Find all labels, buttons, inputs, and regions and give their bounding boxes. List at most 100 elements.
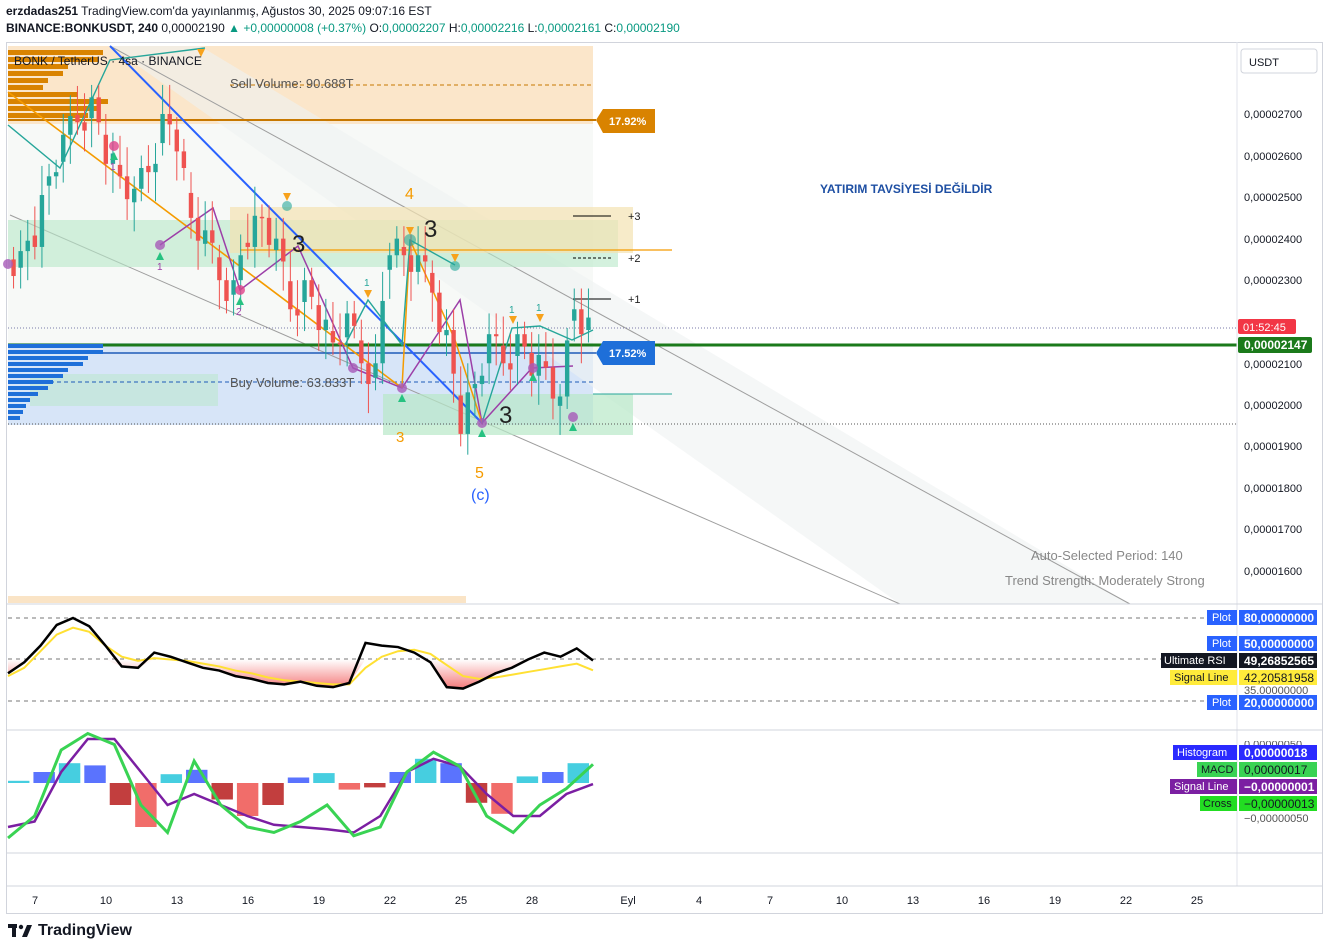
time-tick: 10 (100, 895, 112, 907)
candle-body (366, 363, 371, 385)
wave-3-orange: 3 (396, 429, 404, 446)
candle-body (146, 165, 151, 173)
buy-profile-bar (8, 392, 38, 396)
time-tick: 13 (171, 895, 183, 907)
svg-text:49,26852565: 49,26852565 (1244, 654, 1314, 668)
wave-3-label-a: 3 (424, 216, 437, 243)
current-price-badge: 0,00002147 (1238, 337, 1312, 353)
candle-body (68, 116, 73, 135)
candle-body (408, 255, 414, 272)
candle-body (288, 281, 293, 310)
buy-profile-bar (8, 410, 23, 414)
price-tick: 0,00002700 (1244, 109, 1302, 121)
candle-body (430, 272, 435, 293)
ultimate-rsi-pane (7, 616, 594, 690)
candle-body (316, 305, 321, 331)
svg-text:−0,00000013: −0,00000013 (1244, 797, 1315, 811)
candle-body (259, 216, 265, 219)
candle-body (564, 340, 570, 397)
candle-body (302, 280, 307, 302)
tradingview-brand[interactable]: TradingView (8, 922, 132, 940)
sell-profile-bar (8, 71, 63, 76)
candle-body (337, 342, 343, 345)
buy-profile-bar (8, 404, 26, 408)
candle-body (323, 319, 329, 331)
time-tick: 28 (526, 895, 538, 907)
svg-text:Signal Line: Signal Line (1174, 781, 1228, 793)
macd-histogram-bar (364, 783, 386, 788)
pivot-label-1c: 1 (364, 278, 370, 289)
candle-body (174, 129, 179, 152)
candle-body (344, 313, 350, 338)
wave-3-label-b: 3 (292, 231, 305, 258)
macd-histogram-bar (313, 773, 335, 783)
candle-body (572, 309, 577, 321)
macd-histogram-bar (236, 783, 259, 816)
target-plus1: +1 (628, 294, 641, 306)
pivot-label-1b: 1 (157, 262, 163, 273)
time-tick: 19 (313, 895, 325, 907)
svg-text:Cross: Cross (1203, 798, 1232, 810)
candle-body (231, 280, 236, 295)
candle-body (181, 151, 187, 169)
candle-body (295, 309, 300, 316)
time-tick: 22 (1120, 895, 1132, 907)
price-tick: 0,00002300 (1244, 275, 1302, 287)
candle-body (18, 251, 23, 268)
candle-body (359, 340, 364, 364)
time-tick: 7 (32, 895, 38, 907)
price-tick: 0,00001600 (1244, 566, 1302, 578)
candle-body (472, 384, 478, 389)
sell-profile-bar (8, 78, 48, 83)
candle-body (82, 122, 87, 131)
time-axis[interactable]: 7 10 13 16 19 22 25 28 Eyl 4 7 10 13 16 19 22 25 (32, 895, 1203, 907)
macd-histogram-bar (58, 763, 81, 783)
candle-body (451, 330, 456, 374)
time-tick: Eyl (620, 895, 635, 907)
candle-body (210, 230, 215, 243)
candle-body (493, 334, 499, 337)
wave-4-label: 4 (405, 186, 414, 203)
candle-body (25, 240, 30, 252)
macd-histogram-bar (516, 776, 539, 783)
tradingview-logo-icon (8, 924, 32, 937)
auto-period-label: Auto-Selected Period: 140 (1031, 548, 1183, 563)
candle-body (437, 292, 442, 333)
candle-body (160, 114, 165, 144)
sell-profile-bar (8, 92, 78, 97)
svg-text:80,00000000: 80,00000000 (1244, 611, 1314, 625)
chart-svg[interactable]: Sell Volume: 90.688T Buy Volume: 63.833T… (0, 0, 1329, 952)
candle-body (380, 300, 385, 364)
candle-body (486, 334, 492, 364)
time-tick: 10 (836, 895, 848, 907)
buy-profile-bar (8, 362, 83, 366)
candle-body (423, 255, 428, 262)
candle-body (330, 331, 336, 343)
candle-body (550, 367, 556, 399)
price-tick: 0,00001800 (1244, 483, 1302, 495)
currency-button[interactable]: USDT (1240, 48, 1318, 74)
rsi-oversold-fill (8, 659, 593, 689)
candle-body (202, 230, 208, 244)
time-tick: 7 (767, 895, 773, 907)
pivot-label-1d: 1 (509, 305, 515, 316)
macd-histogram-bar (135, 783, 157, 827)
price-tick: 0,00002000 (1244, 400, 1302, 412)
candle-body (39, 195, 45, 247)
rsi-labels: Plot 80,00000000 Plot 50,00000000 Ultima… (1161, 610, 1317, 710)
svg-text:Plot: Plot (1212, 697, 1231, 709)
candle-body (75, 115, 80, 123)
buy-profile-bar (8, 386, 48, 390)
candle-body (238, 255, 243, 281)
buy-profile-bar (8, 356, 88, 360)
buy-profile-bar (8, 374, 63, 378)
candle-body (132, 188, 137, 203)
svg-text:Ultimate RSI: Ultimate RSI (1164, 655, 1226, 667)
macd-histogram-bar (8, 780, 30, 783)
candle-body (167, 114, 172, 125)
candle-body (579, 309, 584, 335)
candle-body (89, 97, 94, 119)
macd-histogram-bar (160, 774, 183, 783)
candle-body (139, 168, 144, 189)
svg-text:MACD: MACD (1201, 764, 1233, 776)
